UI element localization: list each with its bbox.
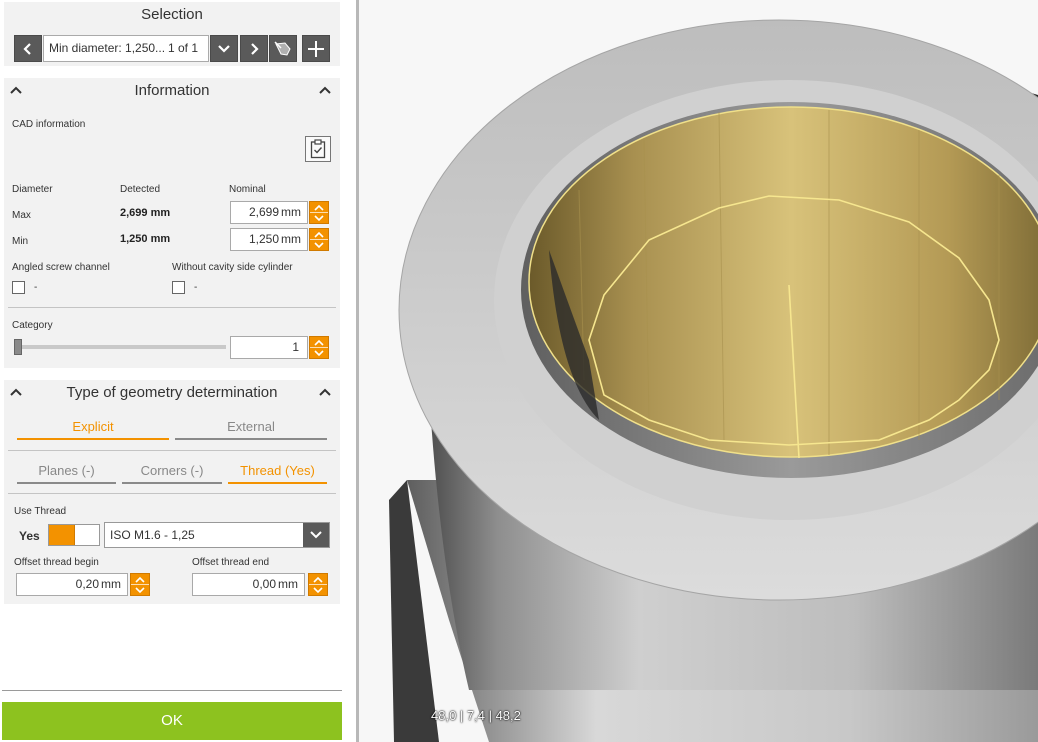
category-input[interactable]: 1 bbox=[230, 336, 308, 359]
geometry-header[interactable]: Type of geometry determination bbox=[4, 380, 340, 406]
thread-select-value: ISO M1.6 - 1,25 bbox=[110, 528, 195, 542]
prev-button[interactable] bbox=[14, 35, 42, 62]
collapse-icon bbox=[10, 388, 22, 396]
view-coordinates: 48,0 | 7,4 | 48,2 bbox=[431, 708, 521, 723]
cad-info-label: CAD information bbox=[12, 119, 86, 130]
plus-icon bbox=[308, 40, 324, 57]
max-nominal-value: 2,699 bbox=[248, 205, 279, 219]
divider bbox=[8, 493, 336, 494]
angled-screw-value: - bbox=[34, 282, 38, 293]
max-detected-value: 2,699 mm bbox=[120, 207, 171, 219]
collapse-icon bbox=[319, 388, 331, 396]
left-panel: Selection Min diameter: 1,250... 1 of 1 … bbox=[0, 0, 344, 742]
category-slider-thumb[interactable] bbox=[14, 339, 22, 355]
select-tool-button[interactable] bbox=[269, 35, 297, 62]
spin-down-icon[interactable] bbox=[309, 585, 327, 595]
detected-header: Detected bbox=[120, 184, 161, 195]
max-nominal-spinner[interactable] bbox=[309, 201, 329, 224]
add-button[interactable] bbox=[302, 35, 330, 62]
category-spinner[interactable] bbox=[309, 336, 329, 359]
chevron-right-icon bbox=[251, 42, 259, 55]
footer-divider bbox=[2, 690, 342, 691]
spin-up-icon[interactable] bbox=[310, 337, 328, 347]
category-value: 1 bbox=[292, 340, 299, 354]
divider bbox=[8, 450, 336, 451]
category-label: Category bbox=[12, 320, 53, 331]
offset-begin-value: 0,20 bbox=[75, 577, 99, 591]
spin-up-icon[interactable] bbox=[131, 574, 149, 584]
use-thread-toggle[interactable] bbox=[48, 524, 100, 546]
unit-label: mm bbox=[281, 232, 301, 246]
thread-select[interactable]: ISO M1.6 - 1,25 bbox=[104, 522, 330, 548]
offset-end-spinner[interactable] bbox=[308, 573, 328, 596]
selection-dropdown-button[interactable] bbox=[210, 35, 238, 62]
spin-down-icon[interactable] bbox=[310, 348, 328, 358]
min-label: Min bbox=[12, 236, 29, 247]
angled-screw-checkbox[interactable] bbox=[12, 281, 25, 294]
pointer-select-icon bbox=[274, 40, 291, 56]
cavity-cylinder-checkbox[interactable] bbox=[172, 281, 185, 294]
selection-title: Selection bbox=[141, 6, 203, 23]
unit-label: mm bbox=[281, 205, 301, 219]
cavity-cylinder-value: - bbox=[194, 282, 198, 293]
diameter-header: Diameter bbox=[12, 184, 53, 195]
chevron-down-icon bbox=[310, 531, 322, 539]
clipboard-check-icon bbox=[310, 139, 326, 159]
unit-label: mm bbox=[101, 577, 121, 591]
spin-up-icon[interactable] bbox=[310, 229, 328, 239]
max-nominal-input[interactable]: 2,699 mm bbox=[230, 201, 308, 224]
geometry-title: Type of geometry determination bbox=[66, 384, 278, 401]
offset-end-value: 0,00 bbox=[252, 577, 276, 591]
offset-end-label: Offset thread end bbox=[192, 557, 270, 568]
min-detected-value: 1,250 mm bbox=[120, 233, 171, 245]
use-thread-label: Use Thread bbox=[14, 506, 67, 517]
offset-begin-input[interactable]: 0,20 mm bbox=[16, 573, 128, 596]
thread-dropdown-button[interactable] bbox=[303, 523, 329, 547]
min-nominal-spinner[interactable] bbox=[309, 228, 329, 251]
nominal-header: Nominal bbox=[229, 184, 266, 195]
geometry-section: Type of geometry determination bbox=[4, 380, 340, 604]
3d-model-render bbox=[389, 19, 1038, 742]
offset-end-input[interactable]: 0,00 mm bbox=[192, 573, 305, 596]
spin-up-icon[interactable] bbox=[309, 574, 327, 584]
collapse-icon bbox=[10, 86, 22, 94]
3d-viewport[interactable]: 48,0 | 7,4 | 48,2 bbox=[359, 0, 1038, 742]
tab-external[interactable]: External bbox=[175, 418, 327, 440]
selection-field[interactable]: Min diameter: 1,250... 1 of 1 bbox=[43, 35, 209, 62]
angled-screw-label: Angled screw channel bbox=[12, 262, 110, 273]
offset-begin-spinner[interactable] bbox=[130, 573, 150, 596]
collapse-icon bbox=[319, 86, 331, 94]
information-header[interactable]: Information bbox=[4, 78, 340, 104]
clipboard-button[interactable] bbox=[305, 136, 331, 162]
next-button[interactable] bbox=[240, 35, 268, 62]
category-slider-track[interactable] bbox=[14, 345, 226, 349]
subtab-planes[interactable]: Planes (-) bbox=[17, 462, 116, 484]
offset-begin-label: Offset thread begin bbox=[14, 557, 99, 568]
selection-text: Min diameter: 1,250... bbox=[49, 41, 166, 55]
subtab-corners[interactable]: Corners (-) bbox=[122, 462, 222, 484]
tab-explicit[interactable]: Explicit bbox=[17, 418, 169, 440]
min-nominal-value: 1,250 bbox=[248, 232, 279, 246]
use-thread-value: Yes bbox=[19, 529, 40, 543]
information-title: Information bbox=[134, 82, 210, 99]
ok-button[interactable]: OK bbox=[2, 702, 342, 740]
divider bbox=[8, 307, 336, 308]
spin-down-icon[interactable] bbox=[310, 240, 328, 250]
cavity-cylinder-label: Without cavity side cylinder bbox=[172, 262, 293, 273]
chevron-down-icon bbox=[218, 44, 230, 53]
min-nominal-input[interactable]: 1,250 mm bbox=[230, 228, 308, 251]
subtab-thread[interactable]: Thread (Yes) bbox=[228, 462, 327, 484]
spin-down-icon[interactable] bbox=[310, 213, 328, 223]
spin-up-icon[interactable] bbox=[310, 202, 328, 212]
spin-down-icon[interactable] bbox=[131, 585, 149, 595]
unit-label: mm bbox=[278, 577, 298, 591]
selection-count: 1 of 1 bbox=[167, 41, 198, 55]
max-label: Max bbox=[12, 210, 31, 221]
chevron-left-icon bbox=[23, 42, 31, 55]
